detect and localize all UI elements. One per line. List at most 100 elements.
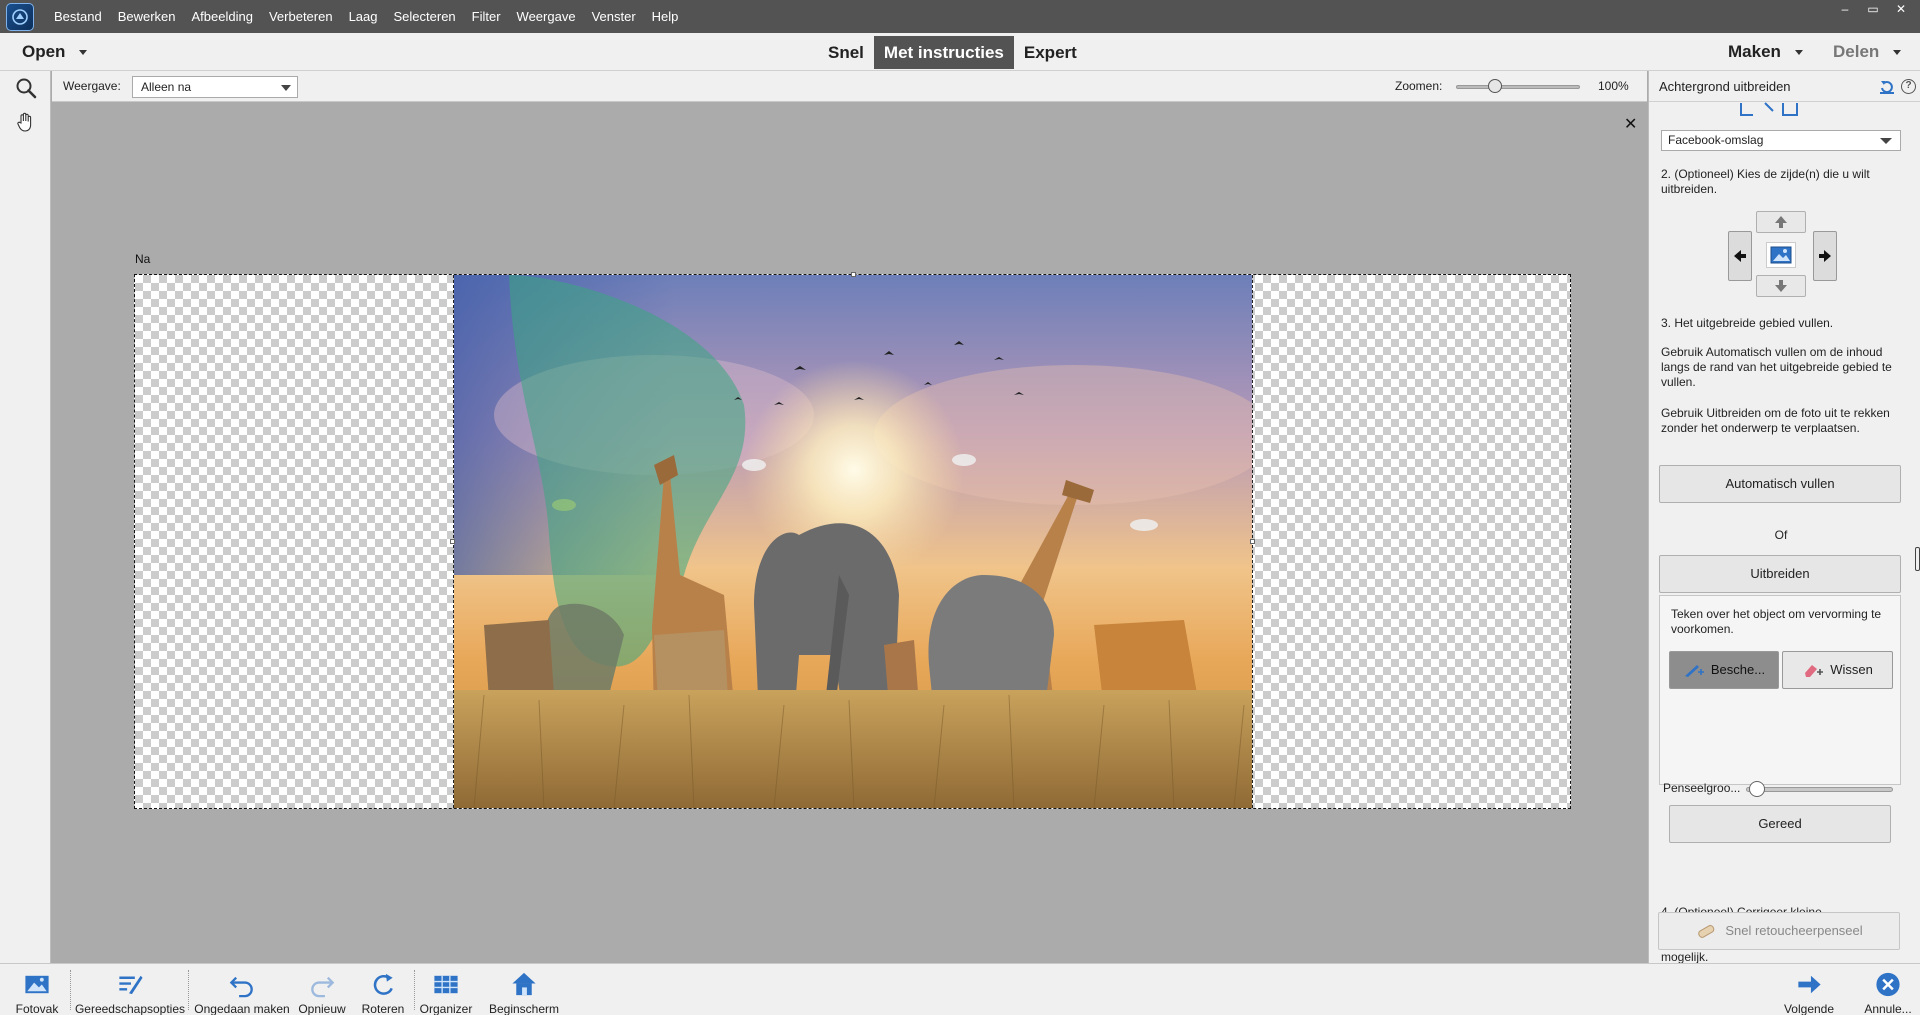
step3-text: 3. Het uitgebreide gebied vullen. — [1661, 316, 1834, 330]
toolbox — [0, 71, 51, 963]
organizer-button[interactable]: Organizer — [418, 964, 474, 1015]
close-icon[interactable]: ✕ — [1624, 114, 1637, 134]
help-icon[interactable]: ? — [1901, 79, 1916, 94]
open-button[interactable]: Open — [22, 33, 88, 71]
share-label: Delen — [1833, 42, 1880, 61]
menu-help[interactable]: Help — [644, 9, 687, 24]
make-label: Maken — [1728, 42, 1781, 61]
erase-button[interactable]: Wissen — [1782, 651, 1893, 689]
home-button[interactable]: Beginscherm — [486, 964, 562, 1015]
brush-size-slider-track[interactable] — [1746, 787, 1893, 792]
zoom-tool[interactable] — [0, 71, 51, 105]
menu-bar: Bestand Bewerken Afbeelding Verbeteren L… — [0, 0, 1920, 33]
protect-button[interactable]: Besche... — [1669, 651, 1779, 689]
separator — [414, 970, 415, 1010]
document-canvas[interactable] — [134, 272, 1571, 809]
rotate-button[interactable]: Roteren — [356, 964, 410, 1015]
tool-options-button[interactable]: Gereedschapsopties — [74, 964, 186, 1015]
top-resize-handle[interactable] — [851, 272, 856, 277]
menu-bestand[interactable]: Bestand — [46, 9, 110, 24]
view-label: Weergave: — [63, 79, 121, 93]
extend-button[interactable]: Uitbreiden — [1659, 555, 1901, 593]
protect-info: Teken over het object om vervorming te v… — [1671, 607, 1882, 636]
erase-button-label: Wissen — [1830, 662, 1873, 677]
brush-size-label: Penseelgroo... — [1663, 781, 1741, 795]
image-center-icon — [1766, 242, 1796, 268]
tab-expert[interactable]: Expert — [1014, 36, 1087, 69]
menu-bewerken[interactable]: Bewerken — [110, 9, 184, 24]
aspect-ratio-icons[interactable] — [1739, 101, 1799, 117]
view-select-value: Alleen na — [141, 80, 192, 94]
heal-brush-button[interactable]: Snel retoucheerpenseel — [1658, 912, 1900, 950]
photo-bin-button[interactable]: Fotovak — [12, 964, 62, 1015]
panel-scroll-handle[interactable] — [1915, 547, 1920, 571]
cancel-icon — [1876, 972, 1900, 997]
zoom-value: 100% — [1598, 79, 1629, 93]
menu-weergave[interactable]: Weergave — [509, 9, 584, 24]
bandage-icon — [1698, 924, 1715, 938]
hand-icon — [16, 112, 31, 132]
arrow-down-icon — [1775, 280, 1787, 292]
canvas-area: ✕ Na — [52, 102, 1647, 963]
menu-filter[interactable]: Filter — [464, 9, 509, 24]
hand-tool[interactable] — [0, 105, 51, 139]
next-button[interactable]: Volgende — [1780, 964, 1838, 1015]
eraser-icon — [1805, 665, 1824, 677]
left-resize-handle[interactable] — [450, 539, 455, 544]
window-controls: ‒ ▭ ✕ — [1834, 0, 1912, 18]
reset-icon[interactable] — [1879, 79, 1895, 95]
zoom-slider-thumb[interactable] — [1487, 79, 1502, 93]
menu-selecteren[interactable]: Selecteren — [386, 9, 464, 24]
make-button[interactable]: Maken — [1728, 33, 1803, 71]
extend-right-button[interactable] — [1813, 231, 1837, 281]
panel-header: Achtergrond uitbreiden ? — [1649, 71, 1920, 102]
undo-button[interactable]: Ongedaan maken — [191, 964, 293, 1015]
share-button[interactable]: Delen — [1833, 33, 1902, 71]
menu-laag[interactable]: Laag — [341, 9, 386, 24]
restore-button[interactable]: ▭ — [1862, 0, 1884, 18]
extend-bottom-button[interactable] — [1756, 275, 1806, 297]
magnifier-icon — [16, 78, 36, 99]
auto-fill-info: Gebruik Automatisch vullen om de inhoud … — [1661, 345, 1892, 389]
view-select[interactable]: Alleen na — [132, 76, 298, 98]
auto-fill-button[interactable]: Automatisch vullen — [1659, 465, 1901, 503]
extend-info: Gebruik Uitbreiden om de foto uit te rek… — [1661, 406, 1890, 435]
tool-options-icon — [119, 975, 143, 995]
zoom-slider-track[interactable] — [1456, 85, 1580, 89]
extend-left-button[interactable] — [1728, 231, 1752, 281]
cancel-button[interactable]: Annule... — [1860, 964, 1916, 1015]
done-button[interactable]: Gereed — [1669, 805, 1891, 843]
tab-snel[interactable]: Snel — [818, 36, 874, 69]
open-label: Open — [22, 42, 66, 61]
undo-label: Ongedaan maken — [194, 1002, 290, 1015]
redo-icon — [311, 976, 335, 998]
separator — [188, 970, 189, 1010]
minimize-button[interactable]: ‒ — [1834, 0, 1856, 18]
close-window-button[interactable]: ✕ — [1890, 0, 1912, 18]
safari-photo — [453, 275, 1253, 808]
tool-options-label: Gereedschapsopties — [74, 1002, 186, 1015]
menu-verbeteren[interactable]: Verbeteren — [261, 9, 341, 24]
arrow-right-icon — [1819, 250, 1831, 262]
protect-button-label: Besche... — [1710, 662, 1766, 677]
chevron-down-icon — [1893, 50, 1902, 56]
arrow-left-icon — [1734, 250, 1746, 262]
tab-met-instructies[interactable]: Met instructies — [873, 36, 1014, 69]
home-label: Beginscherm — [488, 1002, 560, 1015]
rotate-label: Roteren — [361, 1002, 405, 1015]
preset-select[interactable]: Facebook-omslag — [1661, 130, 1901, 151]
redo-button[interactable]: Opnieuw — [296, 964, 348, 1015]
rotate-icon — [373, 973, 393, 995]
menu-venster[interactable]: Venster — [584, 9, 644, 24]
step2-text: 2. (Optioneel) Kies de zijde(n) die u wi… — [1661, 167, 1870, 196]
right-resize-handle[interactable] — [1250, 539, 1255, 544]
bottom-bar: Fotovak Gereedschapsopties Ongedaan make… — [0, 963, 1920, 1015]
menu-afbeelding[interactable]: Afbeelding — [184, 9, 261, 24]
or-label: Of — [1774, 528, 1788, 542]
extend-top-button[interactable] — [1756, 211, 1806, 233]
mode-bar: Open Snel Met instructies Expert Maken D… — [0, 33, 1920, 71]
brush-icon — [1684, 665, 1704, 677]
zoom-label: Zoomen: — [1395, 79, 1443, 93]
brush-size-slider-thumb[interactable] — [1749, 781, 1766, 797]
photo-bin-icon — [25, 975, 49, 994]
